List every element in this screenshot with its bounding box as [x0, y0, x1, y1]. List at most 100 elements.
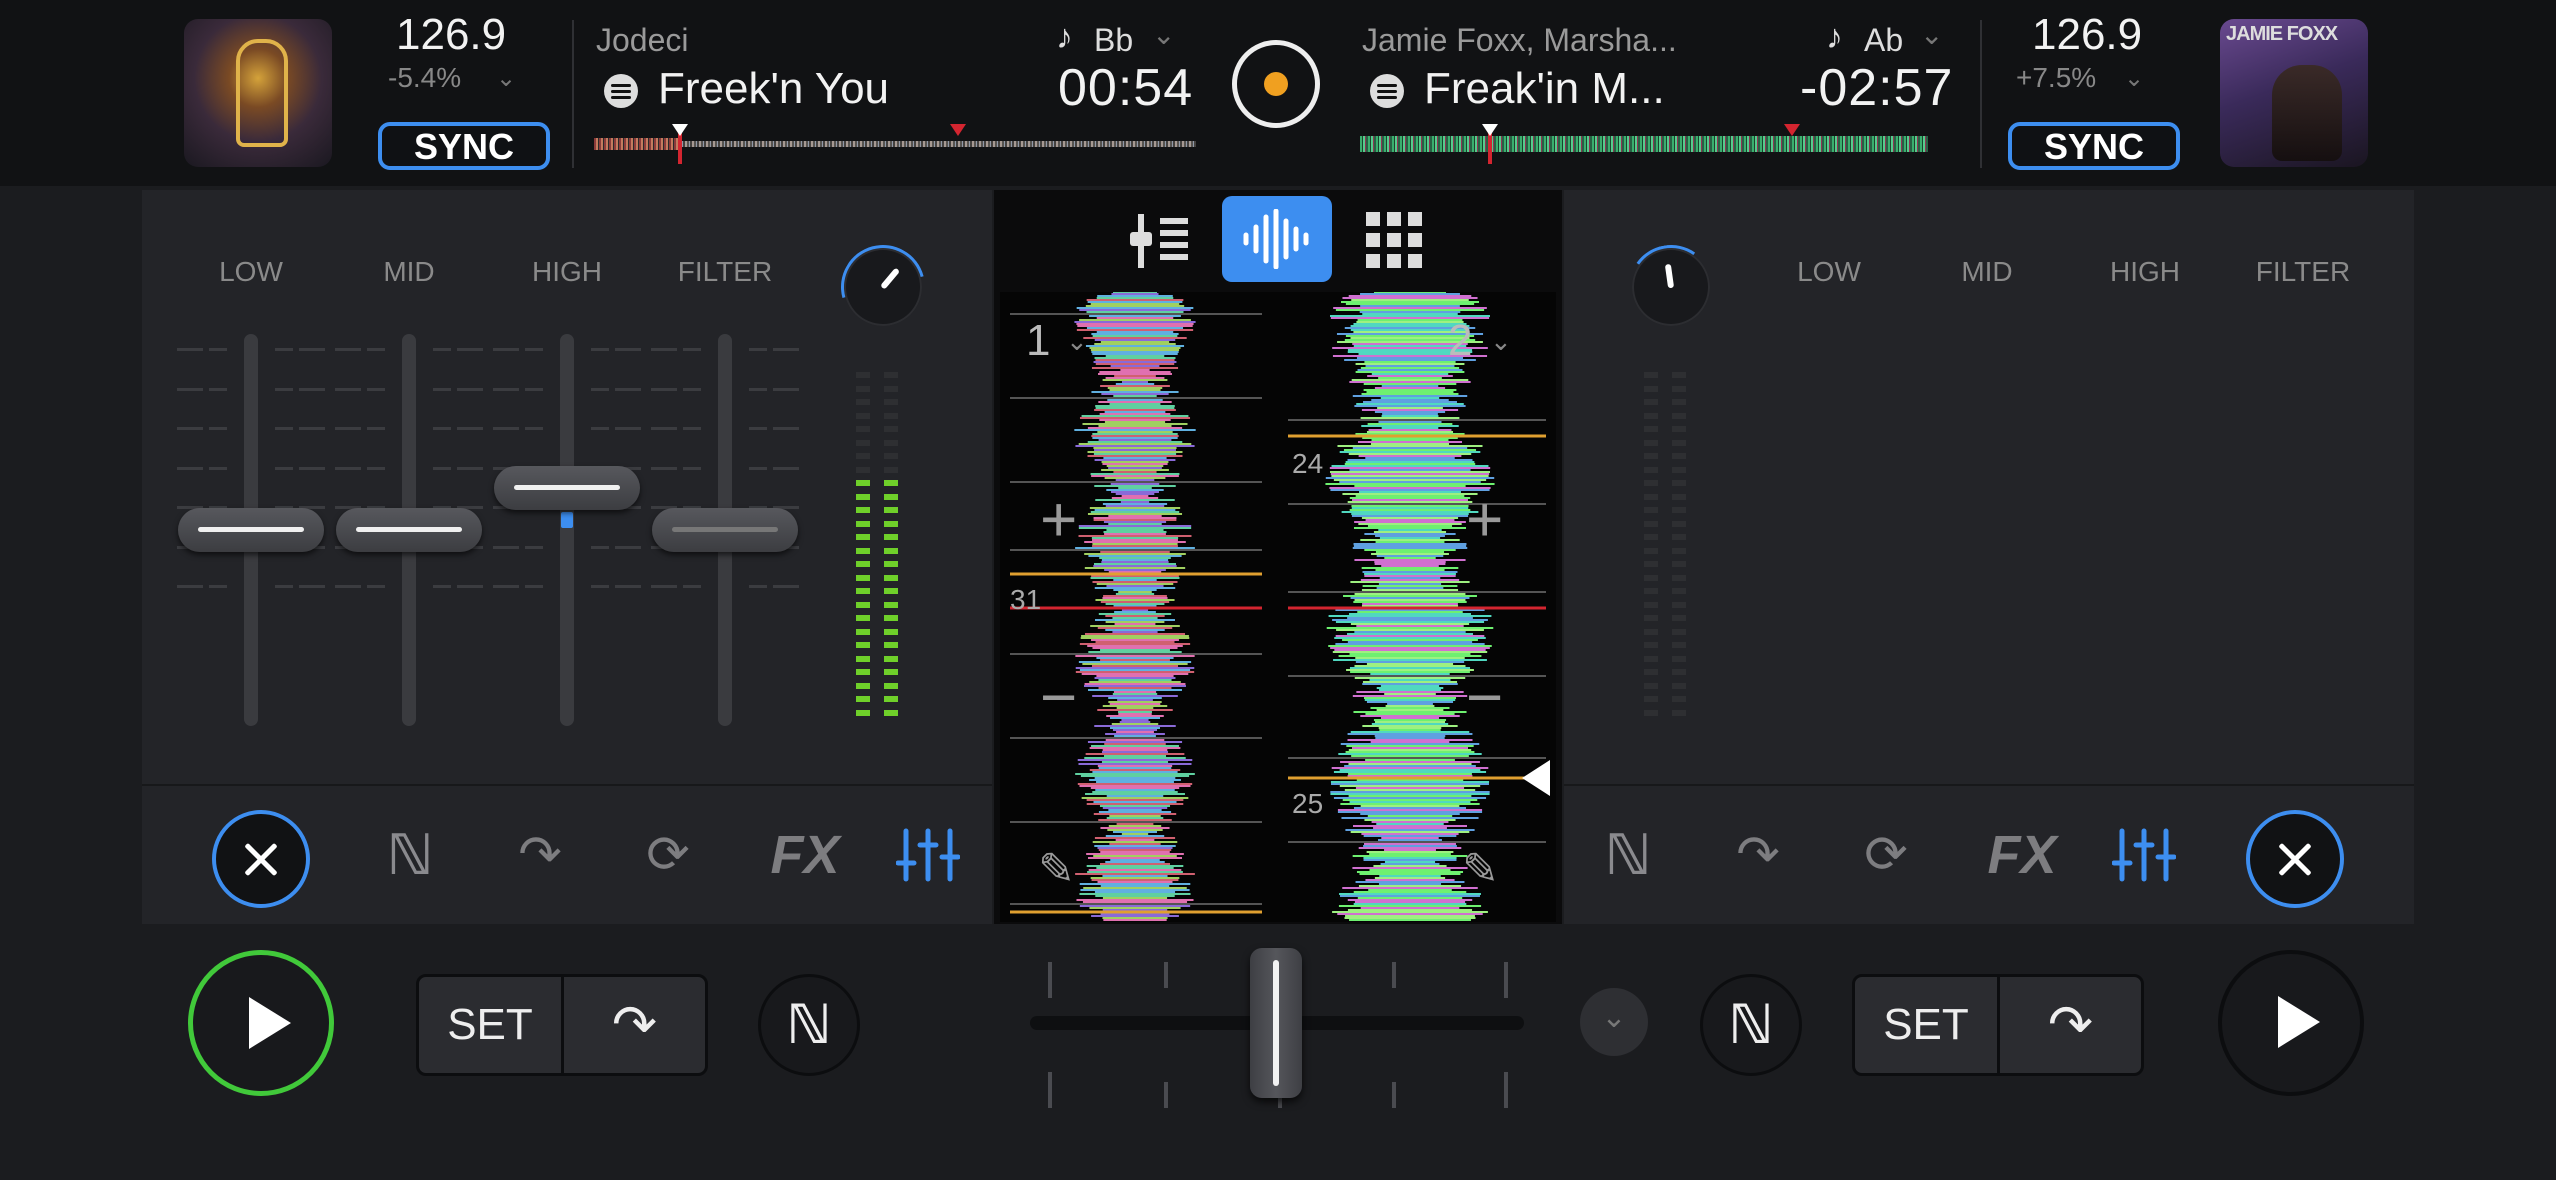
deck2-sync-button[interactable]: SYNC	[2008, 122, 2180, 170]
tick	[651, 466, 677, 470]
deck2-cue-point-marker-icon[interactable]	[1522, 760, 1550, 796]
deck1-eq-icon[interactable]	[888, 815, 968, 895]
deck2-set-button[interactable]: SET	[1855, 977, 1997, 1073]
crossfader-options-chevron-icon[interactable]: ⌄	[1580, 988, 1648, 1056]
meter-segment	[884, 412, 898, 419]
deck2-number-chevron-icon[interactable]: ⌄	[1490, 326, 1512, 357]
meter-segment	[1644, 655, 1658, 662]
deck2-close-button[interactable]	[2246, 810, 2344, 908]
crossfader-handle[interactable]	[1250, 948, 1302, 1098]
deck2-cue-jump-button[interactable]: ↷	[2000, 977, 2141, 1073]
divider	[142, 784, 992, 786]
mixer-view-tab[interactable]	[1116, 200, 1206, 282]
deck1-bpm[interactable]: 126.9	[396, 10, 506, 60]
deck1-time: 00:54	[1058, 59, 1194, 117]
deck2-pitch[interactable]: +7.5%	[2016, 62, 2096, 94]
meter-segment	[1644, 709, 1658, 716]
record-button[interactable]	[1232, 40, 1320, 128]
deck1-gain-knob[interactable]	[825, 229, 941, 345]
deck1-cue-marker-icon	[950, 124, 966, 136]
deck1-set-button[interactable]: SET	[419, 977, 561, 1073]
meter-segment	[1672, 709, 1686, 716]
deck2-edit-pencil-icon[interactable]: ✎	[1462, 844, 1499, 895]
deck2-key[interactable]: Ab	[1864, 22, 1903, 59]
deck1-number[interactable]: 1	[1026, 316, 1050, 366]
deck1-filter-handle[interactable]	[652, 508, 798, 552]
deck1-cue-jump-icon[interactable]: ↷	[500, 815, 580, 895]
deck1-sync-button[interactable]: SYNC	[378, 122, 550, 170]
tick	[749, 585, 767, 588]
tick	[591, 387, 609, 391]
deck1-eq-low-handle[interactable]	[178, 508, 324, 552]
tick	[335, 348, 361, 351]
deck1-filter-label: FILTER	[677, 256, 773, 287]
deck2-number[interactable]: 2	[1448, 316, 1472, 366]
deck2-zoom-out-button[interactable]: −	[1466, 660, 1503, 734]
tick	[773, 348, 799, 351]
meter-segment	[1644, 466, 1658, 473]
deck2-overview-waveform[interactable]	[1360, 124, 1928, 164]
deck1-eq-mid-handle[interactable]	[336, 508, 482, 552]
scrolling-waveforms[interactable]: 1 ⌄ 2 ⌄ + + − − 31 24 25 ✎ ✎	[1000, 292, 1556, 922]
crossfader-tick	[1048, 962, 1052, 998]
deck1-album-cover[interactable]	[184, 19, 332, 167]
pads-view-icon	[1366, 212, 1422, 268]
deck2-play-button[interactable]	[2218, 950, 2364, 1096]
deck2-pitch-chevron-icon[interactable]: ⌄	[2124, 64, 2144, 93]
meter-segment	[1644, 507, 1658, 513]
meter-segment	[856, 601, 870, 608]
meter-segment	[884, 574, 898, 581]
tick	[651, 348, 677, 351]
deck1-neural-mix-button[interactable]: ℕ	[758, 974, 860, 1076]
deck1-fx-icon[interactable]: FX	[755, 815, 855, 895]
deck1-zoom-out-button[interactable]: −	[1040, 660, 1077, 734]
deck2-gain-knob[interactable]	[1622, 238, 1720, 336]
deck1-loop-icon[interactable]: ⟳	[628, 815, 708, 895]
deck2-fx-icon[interactable]: FX	[1972, 815, 2072, 895]
deck1-pitch[interactable]: -5.4%	[388, 62, 461, 94]
tick	[591, 545, 609, 549]
meter-segment	[1644, 561, 1658, 567]
deck1-edit-pencil-icon[interactable]: ✎	[1038, 844, 1075, 895]
deck2-track-title[interactable]: Freak'in M...	[1424, 64, 1665, 114]
meter-segment	[1672, 669, 1686, 675]
meter-segment	[884, 439, 898, 446]
deck1-play-button[interactable]	[188, 950, 334, 1096]
deck2-album-cover[interactable]: JAMIE FOXX	[2220, 19, 2368, 167]
deck1-cue-jump-button[interactable]: ↷	[564, 977, 705, 1073]
deck2-key-chevron-icon[interactable]: ⌄	[1920, 18, 1943, 51]
deck2-loop-icon[interactable]: ⟳	[1846, 815, 1926, 895]
meter-segment	[884, 588, 898, 594]
meter-segment	[1644, 615, 1658, 621]
deck1-close-button[interactable]	[212, 810, 310, 908]
tick	[615, 585, 641, 588]
deck2-neural-mix-icon[interactable]: ℕ	[1588, 815, 1668, 895]
tick	[335, 585, 361, 588]
pads-view-tab[interactable]	[1350, 200, 1440, 282]
deck1-neural-mix-icon[interactable]: ℕ	[370, 815, 450, 895]
deck2-eq-icon[interactable]	[2104, 815, 2184, 895]
deck1-number-chevron-icon[interactable]: ⌄	[1066, 326, 1088, 357]
meter-segment	[1672, 507, 1686, 513]
meter-segment	[884, 547, 898, 554]
meter-segment	[856, 480, 870, 486]
deck1-eq-high-track[interactable]	[560, 334, 574, 726]
tick	[525, 427, 543, 430]
meter-segment	[1672, 601, 1686, 608]
crossfader-tick	[1048, 1072, 1052, 1108]
deck1-overview-waveform[interactable]	[594, 124, 1196, 164]
deck2-neural-mix-button[interactable]: ℕ	[1700, 974, 1802, 1076]
crossfader-tick	[1392, 962, 1396, 988]
deck1-overview-wave-body	[594, 141, 1196, 147]
deck2-cue-jump-icon[interactable]: ↷	[1718, 815, 1798, 895]
deck1-zoom-in-button[interactable]: +	[1040, 482, 1077, 556]
deck1-eq-high-handle[interactable]	[494, 466, 640, 510]
meter-segment	[1672, 588, 1686, 594]
deck2-bpm[interactable]: 126.9	[2032, 10, 2142, 60]
deck1-track-title[interactable]: Freek'n You	[658, 64, 889, 114]
deck1-key-chevron-icon[interactable]: ⌄	[1152, 18, 1175, 51]
deck2-zoom-in-button[interactable]: +	[1466, 482, 1503, 556]
deck1-pitch-chevron-icon[interactable]: ⌄	[496, 64, 516, 93]
deck1-key[interactable]: Bb	[1094, 22, 1133, 59]
waveform-view-tab[interactable]	[1222, 196, 1332, 282]
